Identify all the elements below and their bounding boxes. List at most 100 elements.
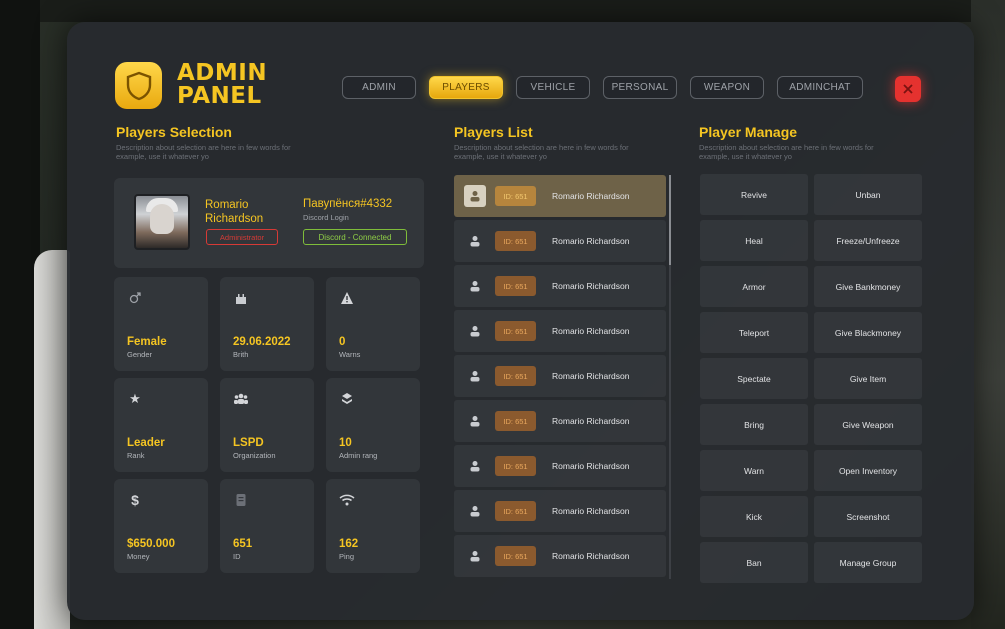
stack-icon bbox=[339, 391, 355, 407]
player-row[interactable]: ID: 651 Romario Richardson bbox=[454, 535, 666, 577]
user-icon bbox=[464, 185, 486, 207]
selected-player-card: Romario Richardson Administrator Павупён… bbox=[114, 178, 424, 268]
give-weapon-button[interactable]: Give Weapon bbox=[814, 404, 922, 445]
player-id-badge: ID: 651 bbox=[495, 456, 536, 476]
stat-value: 29.06.2022 bbox=[233, 336, 291, 348]
kick-button[interactable]: Kick bbox=[700, 496, 808, 537]
stat-rank: ★ Leader Rank bbox=[114, 378, 208, 472]
teleport-button[interactable]: Teleport bbox=[700, 312, 808, 353]
nav-tabs: ADMIN PLAYERS VEHICLE PERSONAL WEAPON AD… bbox=[342, 76, 863, 99]
stat-value: 651 bbox=[233, 538, 253, 550]
player-id-badge: ID: 651 bbox=[495, 276, 536, 296]
player-id-badge: ID: 651 bbox=[495, 411, 536, 431]
stat-label: ID bbox=[233, 552, 241, 561]
player-row-name: Romario Richardson bbox=[552, 506, 630, 516]
stat-label: Ping bbox=[339, 552, 355, 561]
stat-label: Gender bbox=[127, 350, 153, 359]
stat-value: 10 bbox=[339, 437, 352, 449]
player-name: Romario Richardson bbox=[205, 198, 295, 226]
player-row[interactable]: ID: 651 Romario Richardson bbox=[454, 445, 666, 487]
role-badge: Administrator bbox=[206, 229, 278, 245]
user-icon bbox=[467, 368, 483, 384]
player-row[interactable]: ID: 651 Romario Richardson bbox=[454, 490, 666, 532]
stat-money: $ $650.000 Money bbox=[114, 479, 208, 573]
bring-button[interactable]: Bring bbox=[700, 404, 808, 445]
stat-value: $650.000 bbox=[127, 538, 175, 550]
player-row[interactable]: ID: 651 Romario Richardson bbox=[454, 400, 666, 442]
discord-name: Павупёнся#4332 bbox=[303, 198, 393, 210]
stat-label: Organization bbox=[233, 451, 276, 460]
discord-login-label: Discord Login bbox=[303, 213, 349, 222]
tab-adminchat[interactable]: ADMINCHAT bbox=[777, 76, 863, 99]
stat-id: 651 ID bbox=[220, 479, 314, 573]
unban-button[interactable]: Unban bbox=[814, 174, 922, 215]
stat-organization: LSPD Organization bbox=[220, 378, 314, 472]
tab-personal[interactable]: PERSONAL bbox=[603, 76, 677, 99]
user-icon bbox=[467, 413, 483, 429]
player-id-badge: ID: 651 bbox=[495, 231, 536, 251]
background-top bbox=[0, 0, 1005, 22]
give-bankmoney-button[interactable]: Give Bankmoney bbox=[814, 266, 922, 307]
player-row[interactable]: ID: 651 Romario Richardson bbox=[454, 265, 666, 307]
heal-button[interactable]: Heal bbox=[700, 220, 808, 261]
logo-title: ADMIN PANEL bbox=[177, 62, 267, 108]
ban-button[interactable]: Ban bbox=[700, 542, 808, 583]
user-icon bbox=[467, 233, 483, 249]
player-row-name: Romario Richardson bbox=[552, 461, 630, 471]
stat-warns: 0 Warns bbox=[326, 277, 420, 371]
give-blackmoney-button[interactable]: Give Blackmoney bbox=[814, 312, 922, 353]
revive-button[interactable]: Revive bbox=[700, 174, 808, 215]
spectate-button[interactable]: Spectate bbox=[700, 358, 808, 399]
user-icon bbox=[467, 503, 483, 519]
stat-value: 0 bbox=[339, 336, 346, 348]
tab-admin[interactable]: ADMIN bbox=[342, 76, 416, 99]
players-list-scrollbar[interactable] bbox=[669, 175, 671, 579]
player-row-name: Romario Richardson bbox=[552, 551, 630, 561]
player-row[interactable]: ID: 651 Romario Richardson bbox=[454, 355, 666, 397]
tab-weapon[interactable]: WEAPON bbox=[690, 76, 764, 99]
stat-birth: 29.06.2022 Brith bbox=[220, 277, 314, 371]
screenshot-button[interactable]: Screenshot bbox=[814, 496, 922, 537]
stat-label: Money bbox=[127, 552, 150, 561]
tab-vehicle[interactable]: VEHICLE bbox=[516, 76, 590, 99]
player-name-last: Richardson bbox=[205, 213, 264, 225]
stat-label: Rank bbox=[127, 451, 145, 460]
player-row[interactable]: ID: 651 Romario Richardson bbox=[454, 220, 666, 262]
scrollbar-thumb[interactable] bbox=[669, 175, 671, 265]
user-icon bbox=[467, 278, 483, 294]
cake-icon bbox=[233, 290, 249, 306]
close-button[interactable] bbox=[895, 76, 921, 102]
player-name-first: Romario bbox=[205, 199, 249, 211]
dollar-icon: $ bbox=[131, 492, 139, 508]
star-icon: ★ bbox=[129, 391, 141, 406]
id-icon bbox=[233, 492, 249, 508]
avatar bbox=[134, 194, 190, 250]
background-figure bbox=[34, 250, 70, 629]
manage-title: Player Manage bbox=[699, 124, 798, 140]
wifi-icon bbox=[339, 492, 355, 508]
player-row-name: Romario Richardson bbox=[552, 326, 630, 336]
manage-desc: Description about selection are here in … bbox=[699, 143, 874, 161]
manage-group-button[interactable]: Manage Group bbox=[814, 542, 922, 583]
shield-logo-icon bbox=[115, 62, 162, 109]
player-id-badge: ID: 651 bbox=[495, 186, 536, 206]
player-row[interactable]: ID: 651 Romario Richardson bbox=[454, 175, 666, 217]
armor-button[interactable]: Armor bbox=[700, 266, 808, 307]
freeze-button[interactable]: Freeze/Unfreeze bbox=[814, 220, 922, 261]
list-desc: Description about selection are here in … bbox=[454, 143, 629, 161]
group-icon bbox=[233, 391, 249, 407]
tab-players[interactable]: PLAYERS bbox=[429, 76, 503, 99]
give-item-button[interactable]: Give Item bbox=[814, 358, 922, 399]
selection-desc: Description about selection are here in … bbox=[116, 143, 291, 161]
open-inventory-button[interactable]: Open Inventory bbox=[814, 450, 922, 491]
user-icon bbox=[467, 323, 483, 339]
user-icon bbox=[467, 548, 483, 564]
player-row-name: Romario Richardson bbox=[552, 281, 630, 291]
player-id-badge: ID: 651 bbox=[495, 366, 536, 386]
players-list: ID: 651 Romario Richardson ID: 651 Romar… bbox=[454, 175, 668, 579]
player-row[interactable]: ID: 651 Romario Richardson bbox=[454, 310, 666, 352]
player-row-name: Romario Richardson bbox=[552, 371, 630, 381]
admin-panel: ADMIN PANEL ADMIN PLAYERS VEHICLE PERSON… bbox=[67, 22, 974, 620]
warn-button[interactable]: Warn bbox=[700, 450, 808, 491]
logo-line-2: PANEL bbox=[177, 83, 262, 109]
